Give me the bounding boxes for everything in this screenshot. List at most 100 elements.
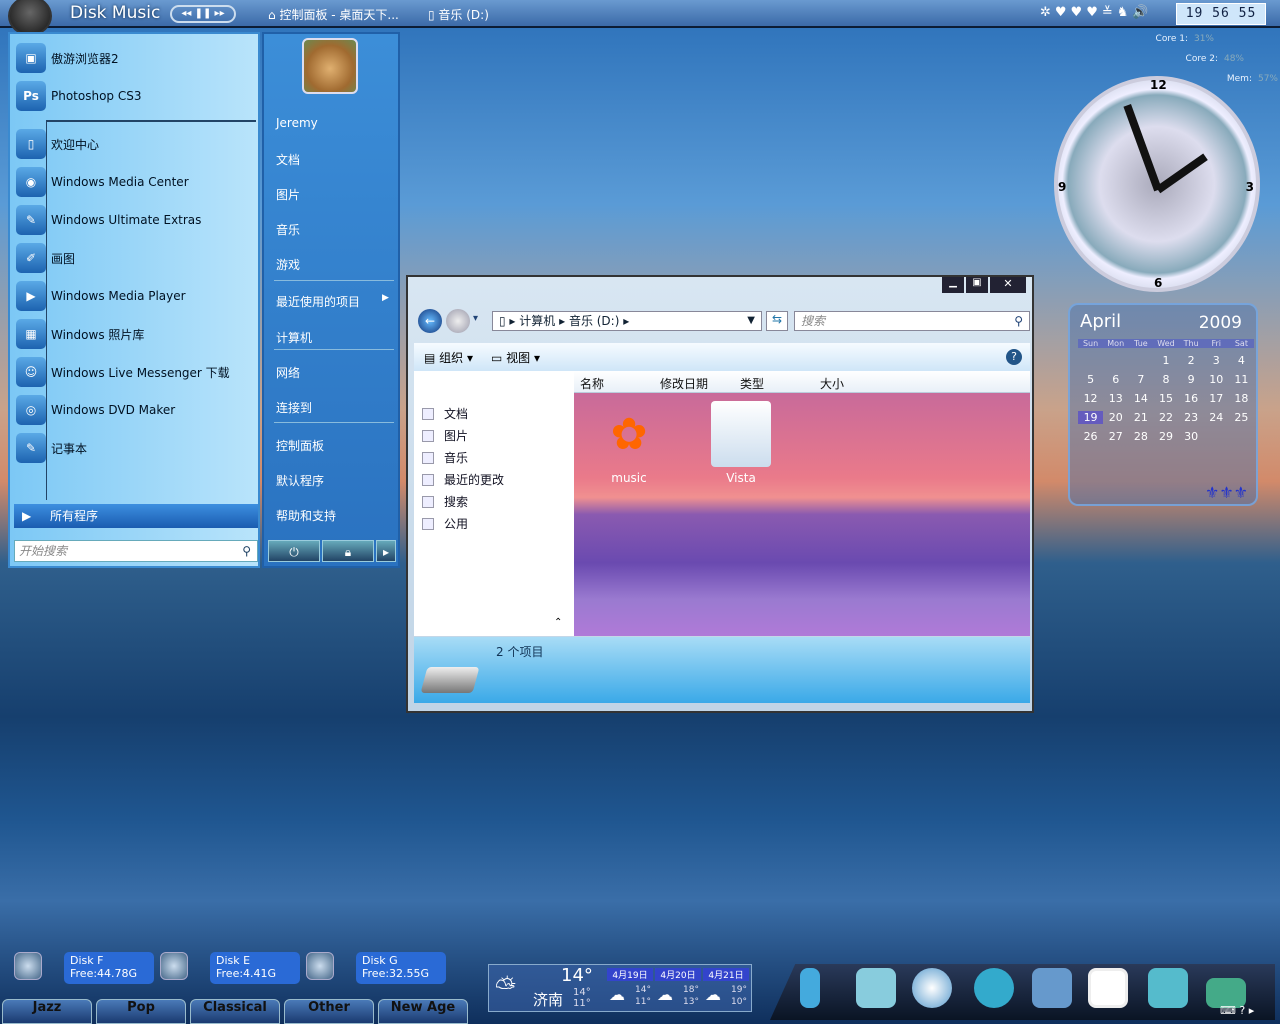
nav-item[interactable]: 搜索 <box>422 493 468 510</box>
hard-disk-icon[interactable] <box>306 952 334 980</box>
start-place-item[interactable]: 帮助和支持 <box>276 507 336 524</box>
start-recent-item[interactable]: ▦ Windows 照片库 <box>16 316 144 352</box>
file-item-music[interactable]: ✿ music <box>584 399 674 485</box>
nav-item[interactable]: 最近的更改 <box>422 471 504 488</box>
start-recent-item[interactable]: ✎ 记事本 <box>16 430 87 466</box>
all-programs-button[interactable]: ▶ 所有程序 <box>14 504 258 528</box>
disk-info[interactable]: Disk G Free:32.55G <box>356 952 446 984</box>
start-place-item[interactable]: 网络 <box>276 364 300 381</box>
media-controls[interactable]: ◂◂ ❚❚ ▸▸ <box>170 5 236 23</box>
user-avatar[interactable] <box>302 38 358 94</box>
nav-item[interactable]: 公用 <box>422 515 468 532</box>
calendar-day[interactable]: 5 <box>1078 373 1103 386</box>
back-button[interactable]: ← <box>418 309 442 333</box>
column-header[interactable]: 类型 <box>740 375 764 392</box>
nav-item[interactable]: 文档 <box>422 405 468 422</box>
start-search-input[interactable]: 开始搜索 ⚲ <box>14 540 258 562</box>
forward-button[interactable] <box>446 309 470 333</box>
start-place-item[interactable]: 音乐 <box>276 221 300 238</box>
tray-bottom-icons[interactable]: ⌨ ? ▸ <box>1220 1004 1254 1017</box>
help-icon[interactable]: ? <box>1006 349 1022 365</box>
calendar-day[interactable]: 20 <box>1103 411 1128 424</box>
calendar-day[interactable]: 23 <box>1179 411 1204 424</box>
start-place-item[interactable]: 文档 <box>276 151 300 168</box>
beach-umbrella-icon[interactable] <box>1148 968 1188 1008</box>
start-recent-item[interactable]: ◉ Windows Media Center <box>16 164 189 200</box>
start-pinned-item[interactable]: Ps Photoshop CS3 <box>16 78 142 114</box>
close-button[interactable]: ✕ <box>990 277 1026 293</box>
genre-tab[interactable]: Pop <box>96 999 186 1024</box>
hard-disk-icon[interactable] <box>14 952 42 980</box>
start-recent-item[interactable]: ▶ Windows Media Player <box>16 278 186 314</box>
start-place-item[interactable]: 图片 <box>276 186 300 203</box>
collapse-icon[interactable]: ⌃ <box>554 617 562 628</box>
minimize-button[interactable]: ▁ <box>942 277 964 293</box>
disk-info[interactable]: Disk E Free:4.41G <box>210 952 300 984</box>
taskbar-item-music-drive[interactable]: ▯ 音乐 (D:) <box>428 6 489 23</box>
system-tray-icons[interactable]: ✲♥♥♥≚♞🔊 <box>1040 5 1153 20</box>
shutdown-options-button[interactable]: ▸ <box>376 540 396 562</box>
disk-info[interactable]: Disk F Free:44.78G <box>64 952 154 984</box>
start-place-item[interactable]: Jeremy <box>276 116 318 130</box>
photo-icon[interactable] <box>1088 968 1128 1008</box>
start-recent-item[interactable]: ✐ 画图 <box>16 240 75 276</box>
calendar-day[interactable]: 24 <box>1204 411 1229 424</box>
calendar-day[interactable]: 2 <box>1179 354 1204 367</box>
nav-item[interactable]: 音乐 <box>422 449 468 466</box>
genre-tab[interactable]: Other <box>284 999 374 1024</box>
start-place-item[interactable]: 默认程序 <box>276 472 324 489</box>
calendar-day[interactable]: 26 <box>1078 430 1103 443</box>
genre-tab[interactable]: Jazz <box>2 999 92 1024</box>
calendar-day[interactable]: 12 <box>1078 392 1103 405</box>
calendar-day[interactable]: 19 <box>1078 411 1104 424</box>
calendar-day[interactable]: 9 <box>1179 373 1204 386</box>
hat-icon[interactable] <box>974 968 1014 1008</box>
calendar-day[interactable]: 15 <box>1153 392 1178 405</box>
start-place-item[interactable]: 最近使用的项目 <box>276 293 360 310</box>
calendar-day[interactable]: 16 <box>1179 392 1204 405</box>
calendar-day[interactable]: 28 <box>1128 430 1153 443</box>
maximize-button[interactable]: ▣ <box>966 277 988 293</box>
nav-item[interactable]: 图片 <box>422 427 468 444</box>
breadcrumb-music-drive[interactable]: 音乐 (D:) <box>569 314 619 328</box>
views-button[interactable]: ▭ 视图 ▾ <box>491 349 540 366</box>
calendar-day[interactable]: 17 <box>1204 392 1229 405</box>
calendar-day[interactable]: 14 <box>1128 392 1153 405</box>
start-recent-item[interactable]: ▯ 欢迎中心 <box>16 126 99 162</box>
start-place-item[interactable]: 游戏 <box>276 256 300 273</box>
calendar-day[interactable]: 11 <box>1229 373 1254 386</box>
genre-tab[interactable]: Classical <box>190 999 280 1024</box>
start-recent-item[interactable]: ☺ Windows Live Messenger 下载 <box>16 354 230 390</box>
chevron-down-icon[interactable]: ▼ <box>747 312 755 330</box>
breadcrumb-computer[interactable]: 计算机 <box>519 314 555 328</box>
start-recent-item[interactable]: ✎ Windows Ultimate Extras <box>16 202 201 238</box>
start-pinned-item[interactable]: ▣ 傲游浏览器2 <box>16 40 119 76</box>
hard-disk-icon[interactable] <box>160 952 188 980</box>
calendar-day[interactable]: 25 <box>1229 411 1254 424</box>
calendar-day[interactable]: 13 <box>1103 392 1128 405</box>
power-button[interactable]: ⏻ <box>268 540 320 562</box>
calendar-day[interactable]: 29 <box>1153 430 1178 443</box>
phone-icon[interactable] <box>800 968 820 1008</box>
calendar-day[interactable]: 6 <box>1103 373 1128 386</box>
calendar-day[interactable]: 18 <box>1229 392 1254 405</box>
taskbar-item-control-panel[interactable]: ⌂ 控制面板 - 桌面天下... <box>268 6 399 23</box>
calendar-day[interactable]: 4 <box>1229 354 1254 367</box>
fan-icon[interactable] <box>912 968 952 1008</box>
calendar-day[interactable]: 30 <box>1179 430 1204 443</box>
calendar-day[interactable]: 10 <box>1204 373 1229 386</box>
refresh-button[interactable]: ⇆ <box>766 311 788 331</box>
start-place-item[interactable]: 计算机 <box>276 329 312 346</box>
address-bar[interactable]: ▯ ▸ 计算机 ▸ 音乐 (D:) ▸ ▼ <box>492 311 762 331</box>
history-dropdown-icon[interactable]: ▾ <box>473 313 478 324</box>
explorer-search-input[interactable]: 搜索 ⚲ <box>794 311 1030 331</box>
start-place-item[interactable]: 连接到 <box>276 399 312 416</box>
binoculars-icon[interactable] <box>1032 968 1072 1008</box>
organize-button[interactable]: ▤ 组织 ▾ <box>424 349 473 366</box>
start-orb[interactable] <box>8 0 52 36</box>
column-header[interactable]: 修改日期 <box>660 375 708 392</box>
calendar-day[interactable]: 8 <box>1153 373 1178 386</box>
calendar-day[interactable]: 27 <box>1103 430 1128 443</box>
column-header[interactable]: 名称 <box>580 375 604 392</box>
calendar-day[interactable]: 7 <box>1128 373 1153 386</box>
